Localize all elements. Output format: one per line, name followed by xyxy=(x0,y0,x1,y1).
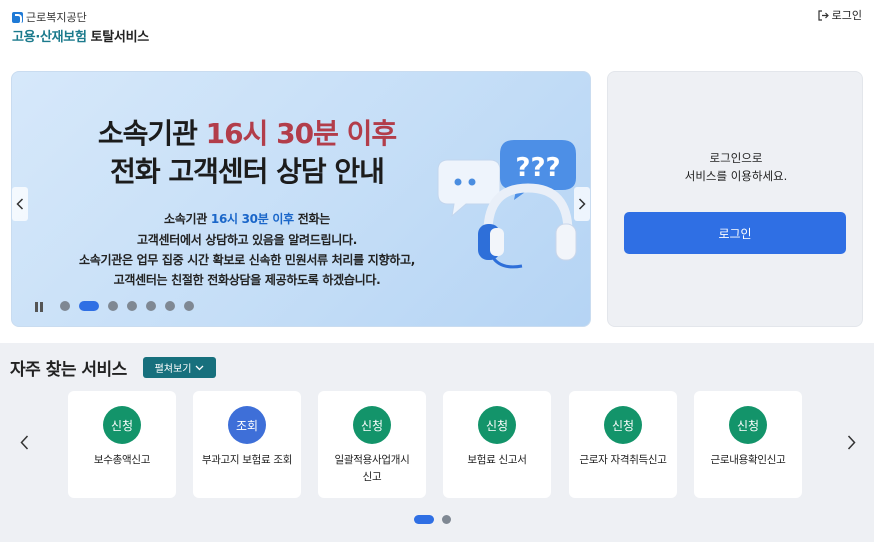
headset-chat-illustration: ??? xyxy=(437,140,577,269)
svg-text:???: ??? xyxy=(515,153,560,183)
service-card[interactable]: 신청 보험료 신고서 xyxy=(443,391,551,498)
frequent-services-section: 자주 찾는 서비스 펼쳐보기 신청 보수총액신고 조회 부과고지 보험료 조회 … xyxy=(0,343,874,542)
notice-banner-carousel[interactable]: 소속기관 16시 30분 이후 전화 고객센터 상담 안내 소속기관 16시 3… xyxy=(11,71,591,327)
banner-body-prefix: 소속기관 xyxy=(164,212,208,226)
banner-dot[interactable] xyxy=(184,301,194,311)
service-label: 보수총액신고 xyxy=(93,454,151,466)
banner-headline-line1: 소속기관 16시 30분 이후 xyxy=(12,112,482,152)
org-logo[interactable]: 근로복지공단 xyxy=(12,9,87,25)
banner-dot[interactable] xyxy=(108,301,118,311)
service-card[interactable]: 신청 보수총액신고 xyxy=(68,391,176,498)
banner-next-button[interactable] xyxy=(574,187,590,221)
expand-services-button[interactable]: 펼쳐보기 xyxy=(143,357,216,378)
chevron-down-icon xyxy=(195,365,204,370)
banner-body-suffix: 전화는 xyxy=(297,212,331,226)
service-badge: 신청 xyxy=(353,406,391,444)
banner-headline-highlight: 16시 30분 이후 xyxy=(205,117,397,150)
login-message: 로그인으로 서비스를 이용하세요. xyxy=(608,149,864,185)
login-icon xyxy=(818,9,829,21)
site-title-part1: 고용·산재보험 xyxy=(12,30,87,45)
headset-icon xyxy=(478,183,577,269)
header-login-label: 로그인 xyxy=(831,9,862,22)
banner-dot[interactable] xyxy=(79,301,99,311)
banner-prev-button[interactable] xyxy=(12,187,28,221)
service-label: 근로내용확인신고 xyxy=(710,454,786,466)
service-card[interactable]: 신청 근로내용확인신고 xyxy=(694,391,802,498)
banner-headline-line2: 전화 고객센터 상담 안내 xyxy=(110,155,385,188)
services-next-button[interactable] xyxy=(844,432,858,452)
login-button[interactable]: 로그인 xyxy=(624,212,846,254)
banner-dot[interactable] xyxy=(127,301,137,311)
service-card[interactable]: 신청 근로자 자격취득신고 xyxy=(569,391,677,498)
site-title[interactable]: 고용·산재보험 토탈서비스 xyxy=(12,26,149,45)
expand-label: 펼쳐보기 xyxy=(154,364,192,375)
service-badge: 신청 xyxy=(103,406,141,444)
service-card[interactable]: 조회 부과고지 보험료 조회 xyxy=(193,391,301,498)
chevron-left-icon xyxy=(19,434,28,450)
site-title-part2: 토탈서비스 xyxy=(90,30,150,45)
banner-dot[interactable] xyxy=(165,301,175,311)
service-badge: 신청 xyxy=(604,406,642,444)
service-badge: 신청 xyxy=(478,406,516,444)
frequent-services-title: 자주 찾는 서비스 xyxy=(10,360,127,380)
banner-dot[interactable] xyxy=(146,301,156,311)
services-pagination xyxy=(414,515,451,524)
chevron-right-icon xyxy=(847,434,856,450)
banner-pagination xyxy=(60,301,194,311)
service-label: 보험료 신고서 xyxy=(467,454,527,466)
banner-body-line3: 소속기관은 업무 집중 시간 확보로 신속한 민원서류 처리를 지향하고, xyxy=(78,253,415,267)
banner-body-line4: 고객센터는 친절한 전화상담을 제공하도록 하겠습니다. xyxy=(113,273,381,287)
banner-headline-prefix: 소속기관 xyxy=(97,117,198,150)
service-badge: 조회 xyxy=(228,406,266,444)
services-page-dot[interactable] xyxy=(442,515,451,524)
comwel-logo-icon xyxy=(12,11,23,25)
header-login-link[interactable]: 로그인 xyxy=(818,7,862,23)
banner-pause-button[interactable] xyxy=(34,301,46,313)
services-prev-button[interactable] xyxy=(17,432,31,452)
service-card[interactable]: 신청 일괄적용사업개시신고 xyxy=(318,391,426,498)
site-header: 근로복지공단 고용·산재보험 토탈서비스 로그인 xyxy=(0,0,874,60)
services-page-dot[interactable] xyxy=(414,515,434,524)
service-badge: 신청 xyxy=(729,406,767,444)
banner-dot[interactable] xyxy=(60,301,70,311)
service-label: 일괄적용사업개시신고 xyxy=(334,454,410,483)
service-label: 근로자 자격취득신고 xyxy=(579,454,667,466)
chevron-left-icon xyxy=(16,198,24,210)
org-name: 근로복지공단 xyxy=(26,11,87,24)
banner-body-line1: 소속기관 16시 30분 이후 전화는 xyxy=(12,210,482,227)
banner-body-highlight: 16시 30분 이후 xyxy=(210,212,294,226)
service-label: 부과고지 보험료 조회 xyxy=(201,454,293,466)
chevron-right-icon xyxy=(578,198,586,210)
login-message-line2: 서비스를 이용하세요. xyxy=(684,169,788,183)
login-message-line1: 로그인으로 xyxy=(709,151,763,165)
login-panel: 로그인으로 서비스를 이용하세요. 로그인 xyxy=(607,71,863,327)
banner-body-line2: 고객센터에서 상담하고 있음을 알려드립니다. xyxy=(137,233,357,247)
